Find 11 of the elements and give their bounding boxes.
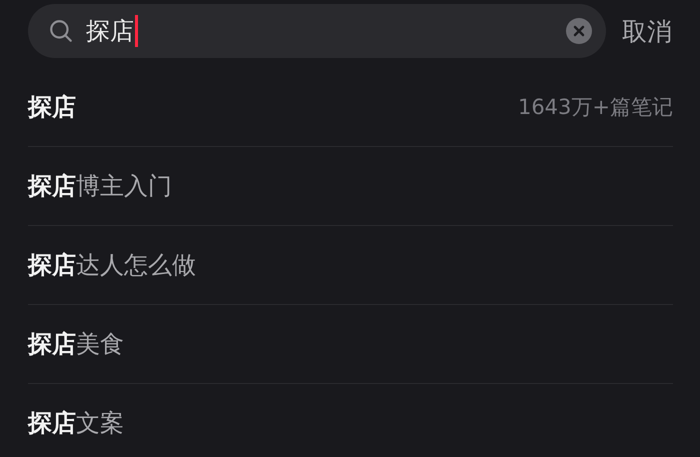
- note-count: 1643万+篇笔记: [518, 94, 673, 121]
- suggestion-item[interactable]: 探店文案: [28, 407, 124, 439]
- suggestion-item[interactable]: 探店美食: [28, 328, 124, 360]
- search-field[interactable]: 探店: [28, 4, 606, 58]
- suggestion-item[interactable]: 探店: [28, 91, 76, 123]
- search-text: 探店: [86, 16, 134, 47]
- suggestion-item[interactable]: 探店博主入门: [28, 170, 172, 202]
- suggestion-item[interactable]: 探店达人怎么做: [28, 249, 196, 281]
- clear-icon[interactable]: [566, 18, 592, 44]
- search-icon: [48, 18, 74, 44]
- cancel-button[interactable]: 取消: [622, 14, 672, 48]
